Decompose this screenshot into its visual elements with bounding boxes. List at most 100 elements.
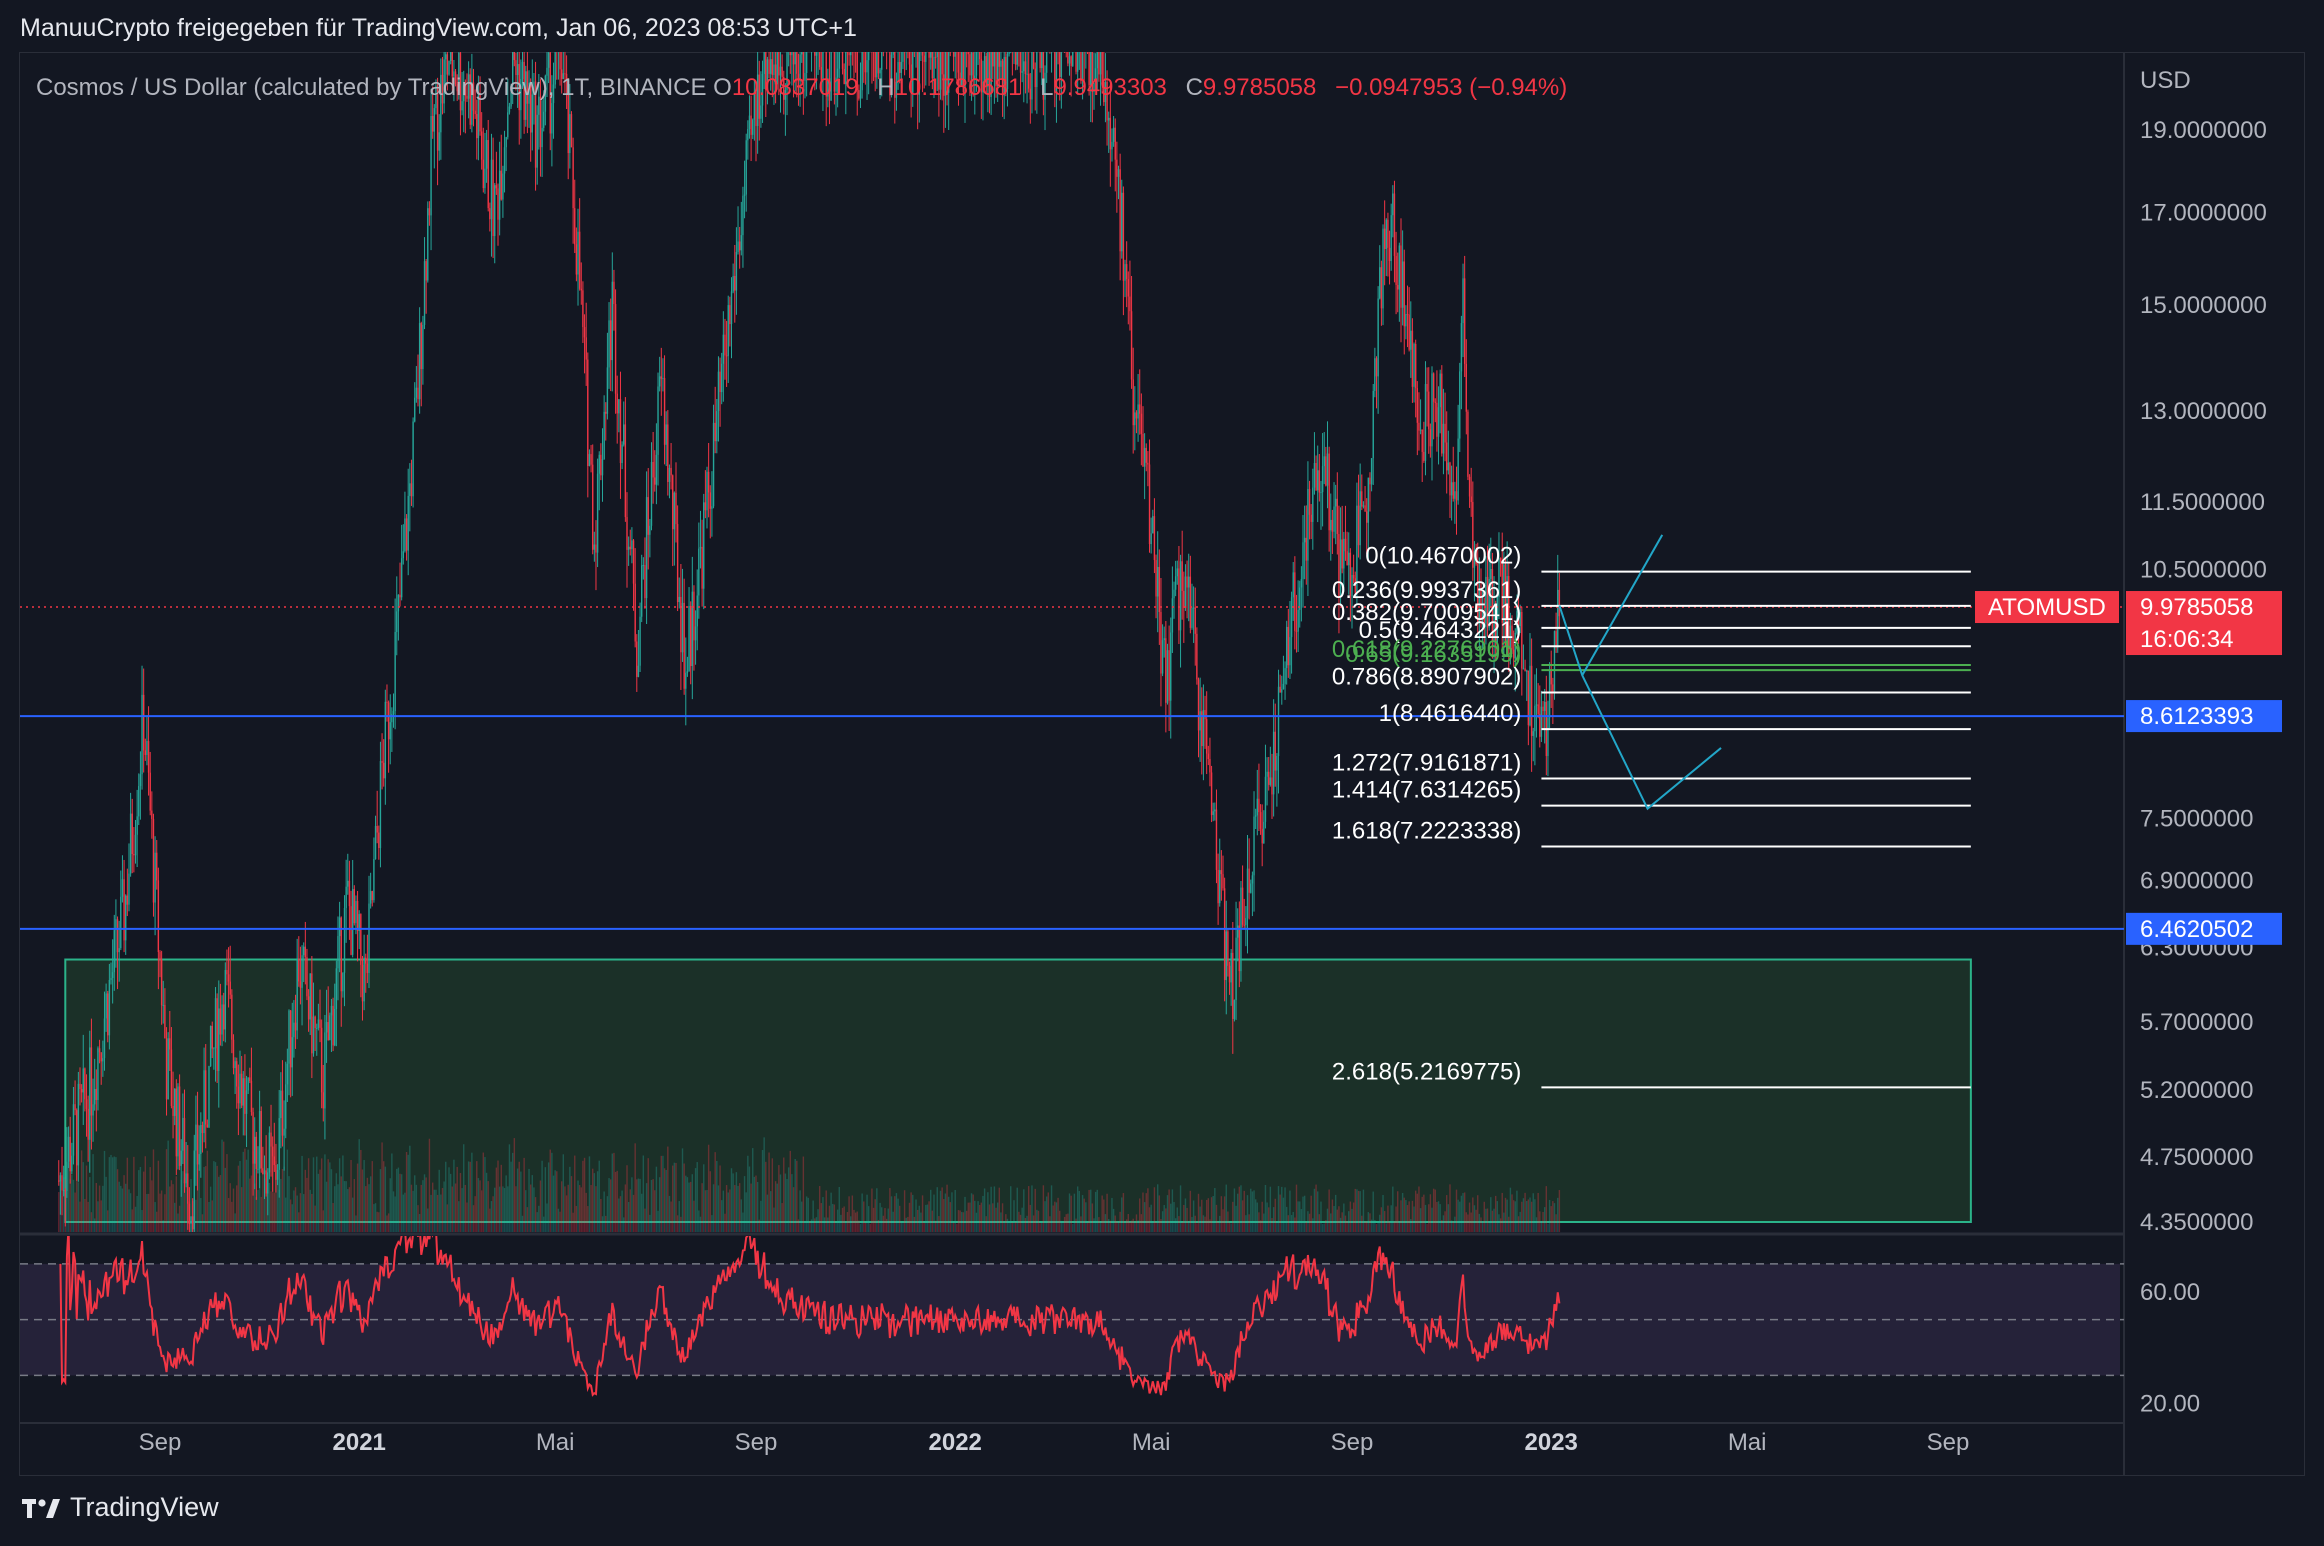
- volume-bar: [1055, 1202, 1058, 1232]
- volume-bar: [1400, 1200, 1402, 1232]
- candle-body: [927, 41, 928, 44]
- candle-body: [1048, 28, 1049, 30]
- candle-body: [110, 977, 112, 981]
- volume-bar: [500, 1164, 502, 1232]
- volume-bar: [1542, 1211, 1544, 1232]
- volume-bar: [738, 1183, 741, 1232]
- candle-body: [1225, 931, 1227, 981]
- candle-body: [1064, 21, 1065, 26]
- x-tick-label-4: 2022: [929, 1429, 982, 1456]
- price-chart[interactable]: 0(10.4670002)0.236(9.9937361)0.382(9.700…: [0, 0, 2324, 1546]
- candle-body: [1375, 358, 1378, 377]
- volume-bar: [1158, 1195, 1161, 1232]
- volume-bar: [1135, 1214, 1138, 1232]
- volume-bar: [1450, 1220, 1453, 1232]
- candle-body: [72, 1104, 75, 1156]
- volume-bar: [786, 1179, 788, 1232]
- candle-body: [1258, 798, 1260, 813]
- tradingview-logo[interactable]: TradingView: [22, 1492, 219, 1523]
- volume-bar: [1039, 1223, 1041, 1232]
- volume-bar: [151, 1180, 153, 1232]
- candle-body: [888, 37, 889, 42]
- candle-body: [1008, 52, 1010, 54]
- candle-body: [1041, 52, 1043, 69]
- candle-body: [208, 1066, 210, 1128]
- volume-bar: [570, 1176, 573, 1232]
- volume-bar: [1477, 1195, 1479, 1232]
- volume-bar: [959, 1210, 961, 1232]
- candle-body: [1038, 30, 1039, 33]
- volume-bar: [110, 1154, 112, 1232]
- volume-bar: [992, 1203, 994, 1232]
- volume-bar: [765, 1161, 767, 1232]
- volume-bar: [544, 1167, 547, 1232]
- volume-bar: [1348, 1211, 1350, 1232]
- volume-bar: [271, 1150, 274, 1232]
- volume-bar: [699, 1216, 702, 1232]
- candle-body: [614, 304, 617, 394]
- candle-body: [814, 52, 816, 56]
- volume-bar: [1269, 1186, 1272, 1232]
- volume-bar: [706, 1189, 708, 1232]
- candle-body: [170, 1049, 173, 1106]
- volume-bar: [1356, 1189, 1358, 1232]
- volume-bar: [203, 1166, 205, 1232]
- candle-body: [680, 596, 682, 653]
- volume-bar: [1331, 1199, 1334, 1232]
- volume-bar: [1220, 1196, 1223, 1232]
- volume-bar: [743, 1176, 746, 1232]
- volume-bar: [214, 1162, 217, 1232]
- candle-body: [832, 23, 833, 26]
- volume-bar: [317, 1173, 320, 1232]
- candle-body: [320, 1027, 323, 1093]
- volume-bar: [752, 1148, 754, 1232]
- candle-body: [1274, 731, 1276, 771]
- volume-bar: [1526, 1200, 1528, 1232]
- candle-body: [721, 363, 723, 393]
- candle-body: [907, 26, 908, 32]
- volume-bar: [1235, 1205, 1237, 1232]
- volume-bar: [701, 1183, 703, 1232]
- volume-bar: [270, 1191, 272, 1232]
- volume-bar: [157, 1160, 160, 1232]
- candle-body: [558, 28, 559, 51]
- volume-bar: [856, 1211, 858, 1232]
- volume-bar: [1209, 1219, 1211, 1232]
- volume-bar: [278, 1189, 280, 1232]
- candle-body: [908, 52, 911, 65]
- volume-bar: [76, 1164, 78, 1232]
- candle-body: [1207, 753, 1210, 760]
- volume-bar: [779, 1174, 782, 1232]
- volume-bar: [324, 1154, 326, 1232]
- volume-bar: [1317, 1191, 1319, 1232]
- volume-bar: [804, 1220, 806, 1232]
- volume-bar: [801, 1201, 803, 1232]
- candle-body: [211, 1025, 213, 1049]
- volume-bar: [665, 1169, 667, 1232]
- candle-body: [642, 565, 645, 567]
- volume-bar: [141, 1210, 143, 1232]
- volume-bar: [756, 1182, 759, 1232]
- candle-body: [1305, 537, 1307, 561]
- candle-body: [278, 1118, 280, 1170]
- volume-bar: [552, 1175, 555, 1232]
- candle-body: [1315, 462, 1317, 491]
- volume-bar: [286, 1149, 289, 1232]
- volume-bar: [1539, 1211, 1541, 1232]
- volume-bar: [482, 1152, 485, 1232]
- candle-body: [1272, 731, 1275, 795]
- candle-body: [1277, 686, 1280, 756]
- volume-bar: [704, 1190, 707, 1232]
- candle-body: [162, 1004, 164, 1006]
- candle-body: [378, 832, 380, 849]
- volume-bar: [471, 1152, 473, 1232]
- volume-bar: [232, 1188, 235, 1232]
- volume-bar: [1026, 1215, 1028, 1232]
- volume-bar: [1375, 1223, 1378, 1232]
- volume-bar: [366, 1177, 369, 1232]
- candle-body: [701, 546, 703, 589]
- volume-bar: [750, 1183, 752, 1232]
- volume-bar: [138, 1170, 140, 1232]
- volume-bar: [1468, 1202, 1471, 1232]
- volume-bar: [879, 1202, 881, 1232]
